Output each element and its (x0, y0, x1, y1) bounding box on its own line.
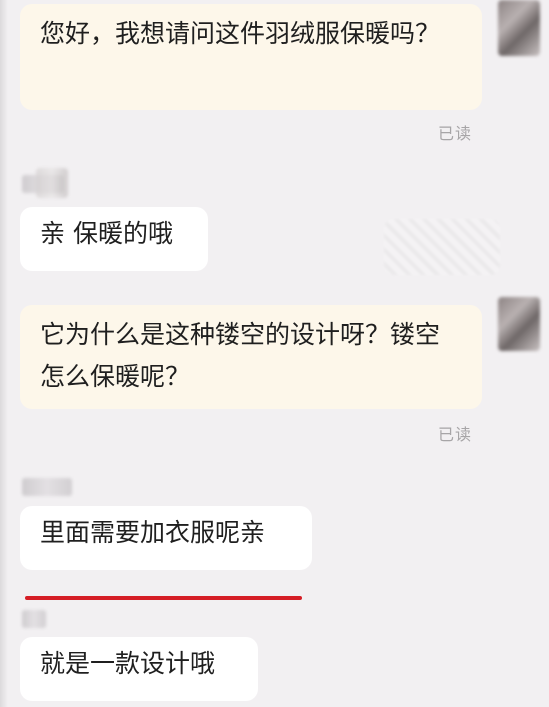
message-bubble-incoming[interactable]: 就是一款设计哦 (20, 637, 258, 701)
read-receipt: 已读 (438, 124, 473, 143)
message-bubble-outgoing[interactable]: 它为什么是这种镂空的设计呀？镂空怎么保暖呢？ (20, 305, 482, 409)
message-bubble-incoming[interactable]: 亲 保暖的哦 (20, 207, 208, 271)
message-bubble-outgoing[interactable]: 您好，我想请问这件羽绒服保暖吗？ (20, 4, 482, 110)
read-receipt: 已读 (438, 425, 473, 444)
user-avatar[interactable] (498, 297, 540, 351)
red-underline-annotation (25, 596, 302, 600)
user-avatar[interactable] (498, 0, 540, 56)
message-bubble-incoming[interactable]: 里面需要加衣服呢亲 (20, 506, 312, 570)
sender-name (22, 610, 46, 628)
watermark (384, 219, 500, 275)
seller-avatar[interactable] (36, 168, 68, 198)
sender-name (22, 478, 72, 496)
screen-edge (0, 0, 8, 707)
